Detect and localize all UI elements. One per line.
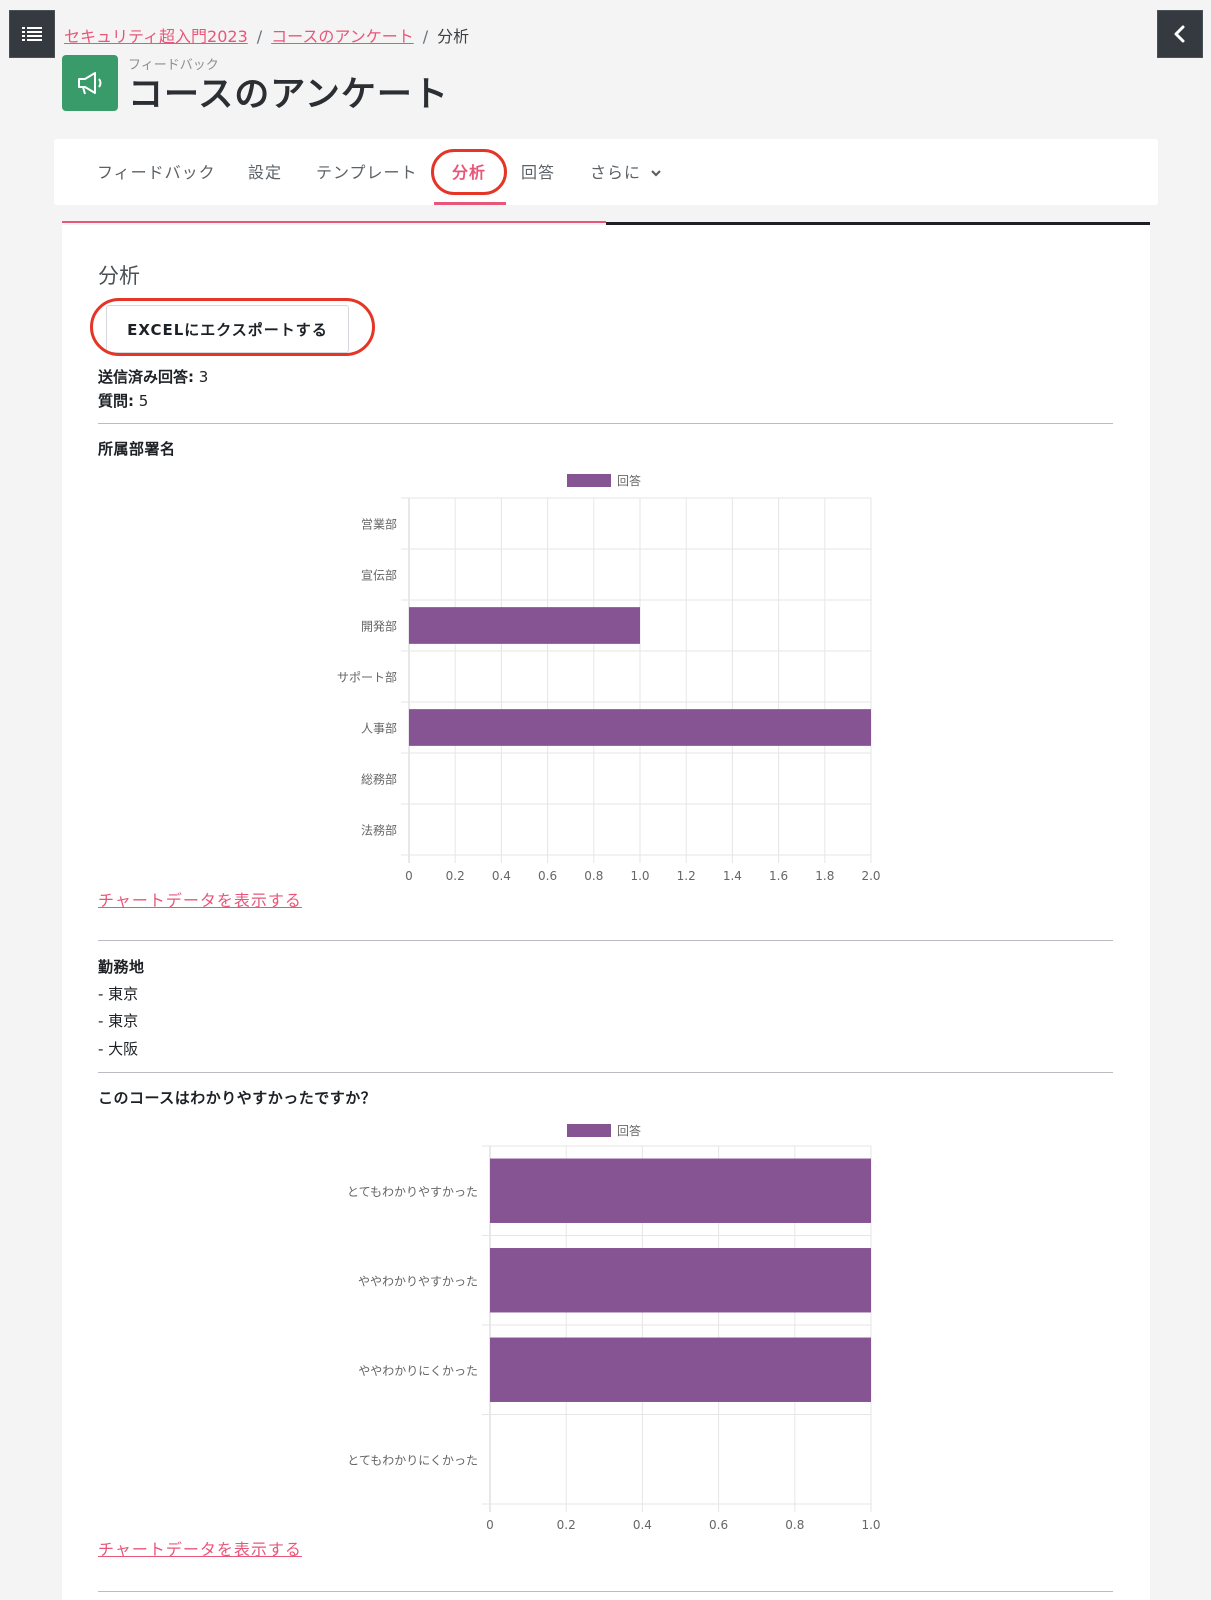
x-tick-label: 0 (486, 1518, 494, 1532)
y-tick-label: とてもわかりやすかった (347, 1185, 478, 1199)
x-tick-label: 1.0 (861, 1518, 880, 1532)
show-chart-data-link[interactable]: チャートデータを表示する (98, 1536, 302, 1560)
divider (98, 1591, 1113, 1592)
y-tick-label: ややわかりやすかった (358, 1274, 478, 1288)
x-tick-label: 0.6 (709, 1518, 728, 1532)
x-tick-label: 0.8 (785, 1518, 804, 1532)
x-tick-label: 0.2 (557, 1518, 576, 1532)
clarity-chart: 回答 0 0.2 0.4 0.6 0.8 1.0 とてもわかりやすかったややわかりやすかったや… (347, 1123, 881, 1532)
bar (490, 1158, 871, 1223)
legend-label: 回答 (617, 1123, 641, 1138)
y-tick-label: とてもわかりにくかった (347, 1453, 478, 1467)
legend-swatch (567, 1124, 611, 1137)
bar (490, 1337, 871, 1402)
y-tick-label: ややわかりにくかった (358, 1364, 478, 1378)
x-tick-label: 0.4 (633, 1518, 652, 1532)
bar (490, 1248, 871, 1313)
